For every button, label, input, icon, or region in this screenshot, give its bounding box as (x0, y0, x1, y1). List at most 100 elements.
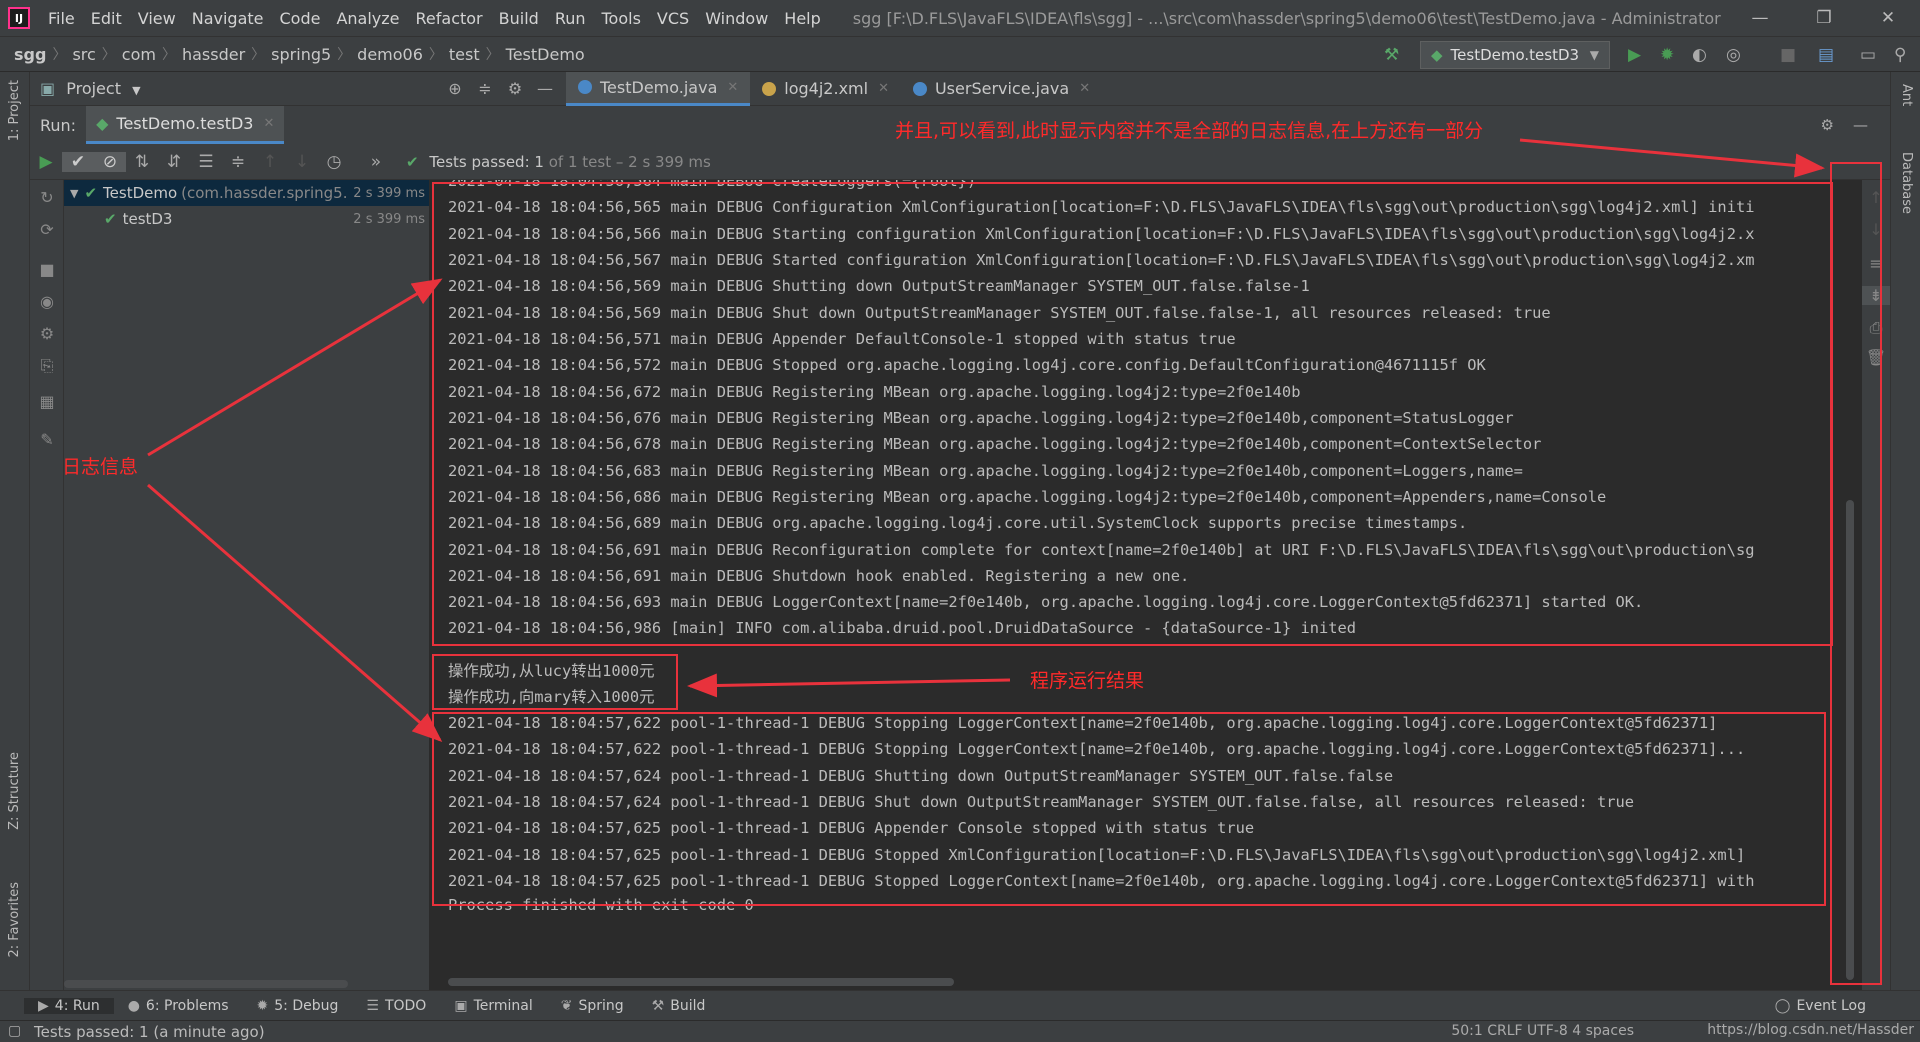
tree-scrollbar[interactable] (64, 980, 348, 988)
expand-all-icon[interactable]: ☰ (190, 152, 222, 172)
menu-item-run[interactable]: Run (547, 9, 594, 28)
editor-tab[interactable]: log4j2.xml ✕ (750, 72, 901, 106)
breadcrumb-item[interactable]: TestDemo (500, 45, 591, 64)
menu-item-vcs[interactable]: VCS (649, 9, 697, 28)
menu-item-build[interactable]: Build (491, 9, 547, 28)
breadcrumb-item[interactable]: spring5 (265, 45, 337, 64)
run-side-toolbar: ↻ ⟳ ■ ◉ ⚙ ⎘ ▦ ✎ (30, 180, 64, 990)
toggle-auto-test-icon[interactable]: ⟳ (30, 220, 64, 239)
bottom-tab[interactable]: ❦ Spring (547, 998, 638, 1014)
trash-icon[interactable]: 🗑 (1862, 348, 1890, 367)
console-output[interactable]: 2021-04-18 18:04:56,564 main DEBUG creat… (430, 180, 1860, 990)
menu-item-view[interactable]: View (130, 9, 184, 28)
run-config-selector[interactable]: ◆ TestDemo.testD3 ▼ (1420, 41, 1610, 69)
editor-tab[interactable]: UserService.java ✕ (901, 72, 1102, 106)
bottom-tab-label: 6: Problems (145, 997, 229, 1014)
sort-duration-icon[interactable]: ⇵ (158, 152, 190, 172)
breadcrumb-item[interactable]: src (66, 45, 101, 64)
menu-item-refactor[interactable]: Refactor (408, 9, 491, 28)
menu-item-code[interactable]: Code (272, 9, 329, 28)
run-tab[interactable]: ◆ TestDemo.testD3 ✕ (86, 106, 285, 144)
minimize-button[interactable]: — (1728, 0, 1792, 36)
bottom-tab[interactable]: ● 6: Problems (114, 998, 243, 1014)
project-view-selector[interactable]: ▣ Project ▼ (30, 79, 160, 98)
close-window-button[interactable]: ✕ (1856, 0, 1920, 36)
console-vertical-scrollbar[interactable] (1846, 500, 1854, 980)
ant-tool-tab[interactable]: Ant (1899, 84, 1914, 106)
collapse-all-icon[interactable]: ≑ (222, 152, 254, 172)
soft-wrap-icon[interactable]: ≡ (1862, 254, 1890, 273)
debug-icon[interactable]: ✹ (1660, 45, 1674, 65)
up-stack-icon[interactable]: ↑ (1862, 188, 1890, 207)
project-structure-icon[interactable]: ▤ (1818, 45, 1834, 65)
search-icon[interactable]: ⚲ (1894, 45, 1906, 65)
close-icon[interactable]: ✕ (878, 81, 889, 96)
favorites-tool-tab[interactable]: 2: Favorites (7, 882, 22, 958)
locate-icon[interactable]: ⊕ (440, 79, 470, 98)
rerun-failed-icon[interactable]: ↻ (30, 188, 64, 207)
previous-icon[interactable]: ↑ (254, 152, 286, 172)
close-icon[interactable]: ✕ (1079, 81, 1090, 96)
export-icon[interactable]: ⎘ (30, 356, 64, 376)
menu-item-file[interactable]: File (40, 9, 83, 28)
sort-alpha-icon[interactable]: ⇅ (126, 152, 158, 172)
hide-icon[interactable]: — (530, 79, 560, 98)
restore-button[interactable]: ❐ (1792, 0, 1856, 36)
console-horizontal-scrollbar[interactable] (448, 978, 954, 986)
menu-item-tools[interactable]: Tools (594, 9, 649, 28)
scroll-to-end-icon[interactable]: ⇟ (1862, 286, 1890, 305)
status-position-info[interactable]: 50:1 CRLF UTF-8 4 spaces (1451, 1023, 1634, 1039)
status-layout-icon[interactable]: ▢ (8, 1023, 21, 1039)
bottom-tab[interactable]: ☰ TODO (352, 998, 440, 1014)
show-ignored-icon[interactable]: ⊘ (94, 151, 126, 172)
breadcrumb-item[interactable]: sgg (8, 45, 52, 64)
next-icon[interactable]: ↓ (286, 152, 318, 172)
console-line: Process finished with exit code 0 (448, 896, 754, 914)
import-tests-icon[interactable]: ⚙ (30, 324, 64, 343)
minimize-panel-icon[interactable]: — (1853, 116, 1868, 134)
pin-icon[interactable]: ✎ (30, 430, 64, 449)
gear-icon[interactable]: ⚙ (1821, 116, 1834, 134)
camera-icon[interactable]: ◉ (30, 292, 64, 311)
down-stack-icon[interactable]: ↓ (1862, 220, 1890, 239)
event-log-tab[interactable]: ◯ Event Log (1761, 998, 1880, 1014)
tree-row-testdemo[interactable]: ▼ ✔ TestDemo (com.hassder.spring5. 2 s 3… (64, 180, 429, 206)
run-icon[interactable]: ▶ (1628, 45, 1641, 65)
bottom-tab[interactable]: ▣ Terminal (440, 998, 546, 1014)
menu-item-help[interactable]: Help (776, 9, 828, 28)
gear-icon[interactable]: ⚙ (500, 79, 530, 98)
chevron-down-icon: ▼ (132, 84, 141, 97)
bottom-tab[interactable]: ⚒ Build (638, 998, 720, 1014)
close-icon[interactable]: ✕ (727, 80, 738, 95)
history-icon[interactable]: ◷ (318, 152, 350, 172)
menu-item-navigate[interactable]: Navigate (184, 9, 272, 28)
close-icon[interactable]: ✕ (263, 116, 274, 131)
collapse-icon[interactable]: ≑ (470, 79, 500, 98)
project-tool-tab[interactable]: 1: Project (7, 80, 22, 141)
breadcrumb-item[interactable]: hassder (176, 45, 251, 64)
menu-item-analyze[interactable]: Analyze (328, 9, 407, 28)
editor-tab[interactable]: TestDemo.java ✕ (566, 71, 751, 106)
breadcrumb-item[interactable]: demo06 (351, 45, 429, 64)
stop-icon[interactable]: ■ (1780, 45, 1796, 65)
build-hammer-icon[interactable]: ⚒ (1384, 45, 1399, 65)
breadcrumb-item[interactable]: test (443, 45, 486, 64)
database-tool-tab[interactable]: Database (1899, 152, 1914, 214)
show-passed-icon[interactable]: ✔ (62, 151, 94, 172)
menu-item-edit[interactable]: Edit (83, 9, 130, 28)
bottom-tab[interactable]: ▶ 4: Run (24, 997, 114, 1014)
print-icon[interactable]: ⎙ (1862, 318, 1890, 338)
menu-item-window[interactable]: Window (697, 9, 776, 28)
more-icon[interactable]: » (360, 152, 392, 172)
layout-icon[interactable]: ▦ (30, 392, 64, 411)
stop-icon[interactable]: ■ (30, 260, 64, 279)
layout-icon[interactable]: ▭ (1860, 45, 1876, 65)
structure-tool-tab[interactable]: Z: Structure (7, 752, 22, 830)
coverage-icon[interactable]: ◐ (1692, 45, 1707, 65)
rerun-icon[interactable]: ▶ (30, 152, 62, 172)
console-line: 2021-04-18 18:04:57,622 pool-1-thread-1 … (448, 714, 1718, 732)
breadcrumb-item[interactable]: com (116, 45, 162, 64)
tree-row-testd3[interactable]: ✔ testD3 2 s 399 ms (64, 206, 429, 232)
profile-icon[interactable]: ◎ (1726, 45, 1741, 65)
bottom-tab[interactable]: ✹ 5: Debug (243, 998, 353, 1014)
